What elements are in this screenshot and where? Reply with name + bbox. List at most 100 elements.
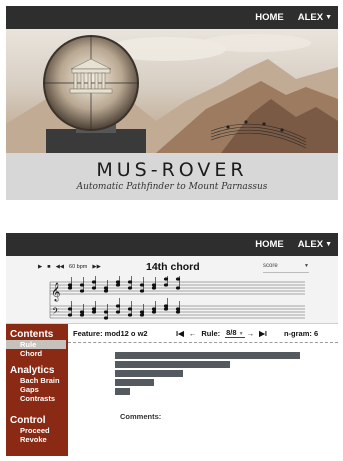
note-head <box>103 289 109 293</box>
distribution-bar <box>115 352 300 359</box>
rule-select[interactable]: 8/8 ▼ <box>225 328 245 338</box>
sidebar-header-analytics: Analytics <box>10 365 55 376</box>
nav-home[interactable]: HOME <box>255 239 284 250</box>
sidebar-item-proceed[interactable]: Proceed <box>6 426 68 435</box>
note-head <box>79 313 85 317</box>
note-head <box>79 289 85 293</box>
distribution-bar <box>115 379 154 386</box>
note-head <box>91 310 97 314</box>
note-head <box>103 310 109 314</box>
note-head <box>151 283 157 287</box>
note-head <box>175 310 181 314</box>
ngram-label: n-gram: 6 <box>283 328 319 338</box>
nav-home[interactable]: HOME <box>255 12 284 23</box>
fast-forward-icon[interactable]: ▶▶ <box>92 264 100 270</box>
note-head <box>163 304 169 308</box>
last-rule-icon[interactable]: ▶I <box>259 329 267 338</box>
score-select[interactable]: score ▼ <box>263 263 309 273</box>
nav-user-label: ALEX <box>297 12 324 23</box>
note-head <box>115 280 121 284</box>
nav-user-menu[interactable]: ALEX ▼ <box>298 12 332 23</box>
landing-window: HOME ALEX ▼ MUS-ROVER Automatic Pathfind… <box>6 6 338 200</box>
distribution-bar <box>115 388 130 395</box>
note-head <box>151 286 157 290</box>
chevron-down-icon: ▼ <box>238 331 244 337</box>
feature-label: Feature: mod12 o w2 <box>73 328 148 338</box>
note-head <box>103 286 109 290</box>
note-head <box>91 286 97 290</box>
hero-banner <box>6 29 338 153</box>
sidebar-item-contrasts[interactable]: Contrasts <box>6 394 68 403</box>
prev-rule-icon[interactable]: ← <box>189 329 197 338</box>
note-head <box>175 277 181 281</box>
rule-label: Rule: <box>201 328 221 338</box>
stop-icon[interactable]: ■ <box>47 264 50 270</box>
note-head <box>163 283 169 287</box>
note-head <box>67 307 73 311</box>
sidebar-header-contents: Contents <box>10 329 54 340</box>
sidebar-item-rule[interactable]: Rule <box>6 340 66 349</box>
chevron-down-icon: ▼ <box>304 263 309 269</box>
sidebar: Contents Rule Chord Analytics Bach Brain… <box>6 324 68 456</box>
note-head <box>127 307 133 311</box>
note-head <box>115 310 121 314</box>
nav-user-label: ALEX <box>297 239 324 250</box>
sidebar-header-control: Control <box>10 415 46 426</box>
chevron-down-icon: ▼ <box>325 14 332 21</box>
play-icon[interactable]: ▶ <box>38 264 42 270</box>
nav-user-menu[interactable]: ALEX ▼ <box>298 239 332 250</box>
app-subtitle: Automatic Pathfinder to Mount Parnassus <box>76 182 268 192</box>
note-head <box>151 310 157 314</box>
chevron-down-icon: ▼ <box>325 241 332 248</box>
tempo-label[interactable]: 60 bpm <box>69 264 87 270</box>
next-rule-icon[interactable]: → <box>247 329 255 338</box>
rule-select-value: 8/8 <box>226 328 237 337</box>
note-head <box>79 283 85 287</box>
note-head <box>103 316 109 320</box>
comments-label: Comments: <box>120 412 162 421</box>
treble-clef-icon: 𝄞 <box>51 282 60 302</box>
distribution-bar <box>115 370 183 377</box>
music-staff: 𝄞 𝄢 <box>49 276 305 320</box>
bass-clef-icon: 𝄢 <box>52 306 59 319</box>
brand-banner: MUS-ROVER Automatic Pathfinder to Mount … <box>6 153 338 200</box>
note-head <box>115 304 121 308</box>
note-head <box>67 286 73 290</box>
top-nav-bar: HOME ALEX ▼ <box>6 6 338 29</box>
score-select-value: score <box>263 263 278 269</box>
score-panel: ▶ ■ ◀◀ 60 bpm ▶▶ 14th chord score ▼ 𝄞 𝄢 <box>6 256 338 324</box>
note-head <box>79 310 85 314</box>
rewind-icon[interactable]: ◀◀ <box>56 264 64 270</box>
note-head <box>67 283 73 287</box>
chord-title: 14th chord <box>146 261 200 273</box>
note-head <box>163 277 169 281</box>
note-head <box>127 286 133 290</box>
app-body: Contents Rule Chord Analytics Bach Brain… <box>6 324 338 456</box>
note-head <box>67 313 73 317</box>
note-head <box>151 307 157 311</box>
note-head <box>163 307 169 311</box>
note-head <box>139 313 145 317</box>
first-rule-icon[interactable]: I◀ <box>176 329 184 338</box>
note-head <box>139 310 145 314</box>
note-head <box>175 307 181 311</box>
note-head <box>127 280 133 284</box>
note-head <box>175 286 181 290</box>
sidebar-item-bach-brain[interactable]: Bach Brain <box>6 376 68 385</box>
note-head <box>139 289 145 293</box>
distribution-bar <box>115 361 230 368</box>
main-panel: Feature: mod12 o w2 I◀ ← Rule: 8/8 ▼ → ▶… <box>68 324 338 456</box>
chord-notes <box>67 276 181 320</box>
note-head <box>127 313 133 317</box>
sidebar-item-gaps[interactable]: Gaps <box>6 385 68 394</box>
hero-illustration <box>6 34 338 153</box>
note-head <box>91 280 97 284</box>
sidebar-item-chord[interactable]: Chord <box>6 349 68 358</box>
note-head <box>91 307 97 311</box>
sidebar-item-revoke[interactable]: Revoke <box>6 435 68 444</box>
note-head <box>139 283 145 287</box>
playback-controls: ▶ ■ ◀◀ 60 bpm ▶▶ <box>38 264 106 270</box>
app-window: HOME ALEX ▼ ▶ ■ ◀◀ 60 bpm ▶▶ 14th chord … <box>6 233 338 458</box>
app-title: MUS-ROVER <box>96 159 248 181</box>
rule-distribution-bars <box>115 352 300 397</box>
